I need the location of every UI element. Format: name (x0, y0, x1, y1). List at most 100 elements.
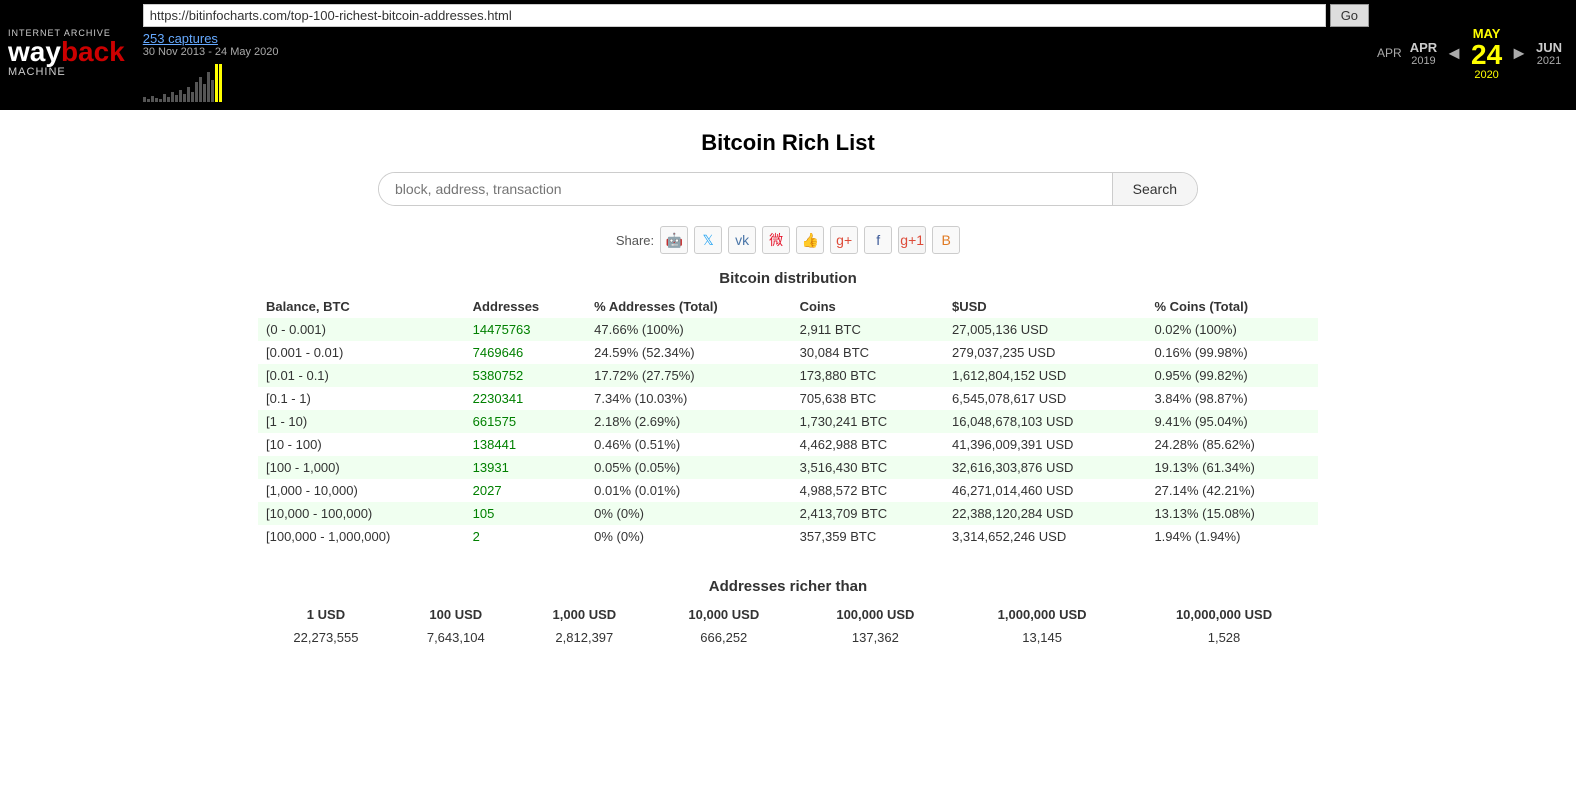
jun-month-name: JUN (1536, 40, 1562, 55)
dist-cell: 13931 (465, 456, 586, 479)
url-input[interactable] (143, 4, 1326, 27)
twitter-icon[interactable]: 𝕏 (694, 226, 722, 254)
timeline-area (143, 62, 1369, 102)
dist-cell: 279,037,235 USD (944, 341, 1146, 364)
search-button[interactable]: Search (1112, 173, 1197, 205)
dist-row: [10,000 - 100,000)1050% (0%)2,413,709 BT… (258, 502, 1318, 525)
dist-row: [1 - 10)6615752.18% (2.69%)1,730,241 BTC… (258, 410, 1318, 433)
bar (207, 72, 210, 102)
captures-link[interactable]: 253 captures (143, 31, 1369, 46)
dist-cell: 138441 (465, 433, 586, 456)
go-button[interactable]: Go (1330, 4, 1369, 27)
weibo-icon[interactable]: 微 (762, 226, 790, 254)
dist-cell: 661575 (465, 410, 586, 433)
may-day: 24 (1471, 41, 1502, 69)
col-pct-addr: % Addresses (Total) (586, 295, 792, 318)
dist-cell: 105 (465, 502, 586, 525)
distribution-title: Bitcoin distribution (258, 270, 1318, 287)
url-bar-area: Go 253 captures 30 Nov 2013 - 24 May 202… (143, 4, 1369, 102)
bar (151, 96, 154, 102)
col-usd: $USD (944, 295, 1146, 318)
dist-cell: 0.05% (0.05%) (586, 456, 792, 479)
richer-header-cell: 1,000,000 USD (954, 603, 1130, 626)
bar (199, 77, 202, 102)
dist-cell: [0.1 - 1) (258, 387, 465, 410)
richer-header-cell: 100 USD (394, 603, 518, 626)
dist-cell: [100 - 1,000) (258, 456, 465, 479)
captures-info: 253 captures 30 Nov 2013 - 24 May 2020 (143, 31, 1369, 58)
cal-month-jun[interactable]: JUN 2021 (1530, 40, 1568, 67)
dist-cell: [0.001 - 0.01) (258, 341, 465, 364)
richer-table: 1 USD100 USD1,000 USD10,000 USD100,000 U… (258, 603, 1318, 649)
dist-cell: 0.02% (100%) (1146, 318, 1318, 341)
bar (203, 84, 206, 102)
search-input[interactable] (379, 173, 1112, 205)
richer-section: Addresses richer than 1 USD100 USD1,000 … (258, 578, 1318, 649)
richer-header-cell: 10,000 USD (651, 603, 797, 626)
dist-cell: 4,988,572 BTC (792, 479, 944, 502)
apr-year: 2019 (1411, 55, 1435, 67)
richer-header-row: 1 USD100 USD1,000 USD10,000 USD100,000 U… (258, 603, 1318, 626)
col-pct-coins: % Coins (Total) (1146, 295, 1318, 318)
dist-cell: 30,084 BTC (792, 341, 944, 364)
dist-cell: 0% (0%) (586, 525, 792, 548)
main-content: Bitcoin Rich List Search Share: 🤖 𝕏 vk 微… (238, 110, 1338, 669)
gplusone-icon[interactable]: g+1 (898, 226, 926, 254)
wayback-brand: wayback (8, 38, 125, 66)
dist-row: (0 - 0.001)1447576347.66% (100%)2,911 BT… (258, 318, 1318, 341)
bar (211, 80, 214, 102)
facebook-icon[interactable]: f (864, 226, 892, 254)
search-bar-wrap: Search (258, 172, 1318, 206)
right-arrow[interactable]: ► (1510, 43, 1528, 64)
dist-cell: [10 - 100) (258, 433, 465, 456)
dist-cell: 19.13% (61.34%) (1146, 456, 1318, 479)
richer-value-cell: 7,643,104 (394, 626, 518, 649)
bar (183, 94, 186, 102)
blogger-icon[interactable]: B (932, 226, 960, 254)
dist-cell: 2 (465, 525, 586, 548)
wayback-way: way (8, 36, 61, 67)
dist-cell: 2,911 BTC (792, 318, 944, 341)
col-balance: Balance, BTC (258, 295, 465, 318)
dist-cell: 22,388,120,284 USD (944, 502, 1146, 525)
captures-date: 30 Nov 2013 - 24 May 2020 (143, 46, 1369, 58)
richer-value-cell: 22,273,555 (258, 626, 394, 649)
bar (171, 92, 174, 102)
dist-cell: 4,462,988 BTC (792, 433, 944, 456)
dist-cell: 24.28% (85.62%) (1146, 433, 1318, 456)
dist-row: [0.01 - 0.1)538075217.72% (27.75%)173,88… (258, 364, 1318, 387)
dist-row: [100 - 1,000)139310.05% (0.05%)3,516,430… (258, 456, 1318, 479)
reddit-icon[interactable]: 🤖 (660, 226, 688, 254)
bar (155, 98, 158, 102)
dist-cell: 3,314,652,246 USD (944, 525, 1146, 548)
richer-header-cell: 100,000 USD (797, 603, 955, 626)
dist-cell: 24.59% (52.34%) (586, 341, 792, 364)
bar (175, 95, 178, 102)
dist-cell: 0.95% (99.82%) (1146, 364, 1318, 387)
dist-cell: 27,005,136 USD (944, 318, 1146, 341)
dist-cell: 13.13% (15.08%) (1146, 502, 1318, 525)
richer-header-cell: 10,000,000 USD (1130, 603, 1318, 626)
bar (187, 87, 190, 102)
dist-cell: [10,000 - 100,000) (258, 502, 465, 525)
dist-cell: 357,359 BTC (792, 525, 944, 548)
vk-icon[interactable]: vk (728, 226, 756, 254)
share-label: Share: (616, 233, 654, 248)
cal-month-may[interactable]: MAY 24 2020 (1465, 26, 1508, 81)
dist-cell: 705,638 BTC (792, 387, 944, 410)
cal-month-apr[interactable]: APR 2019 (1404, 40, 1443, 67)
prev-arrow[interactable]: APR (1377, 46, 1402, 60)
machine-text: Machine (8, 66, 66, 78)
dist-cell: [1 - 10) (258, 410, 465, 433)
dist-row: [100,000 - 1,000,000)20% (0%)357,359 BTC… (258, 525, 1318, 548)
richer-header-cell: 1,000 USD (518, 603, 651, 626)
dist-row: [0.001 - 0.01)746964624.59% (52.34%)30,0… (258, 341, 1318, 364)
dist-cell: 173,880 BTC (792, 364, 944, 387)
left-arrow[interactable]: ◄ (1445, 43, 1463, 64)
url-row: Go (143, 4, 1369, 27)
like-icon[interactable]: 👍 (796, 226, 824, 254)
richer-value-row: 22,273,5557,643,1042,812,397666,252137,3… (258, 626, 1318, 649)
gplus-icon[interactable]: g+ (830, 226, 858, 254)
dist-cell: 14475763 (465, 318, 586, 341)
richer-header-cell: 1 USD (258, 603, 394, 626)
